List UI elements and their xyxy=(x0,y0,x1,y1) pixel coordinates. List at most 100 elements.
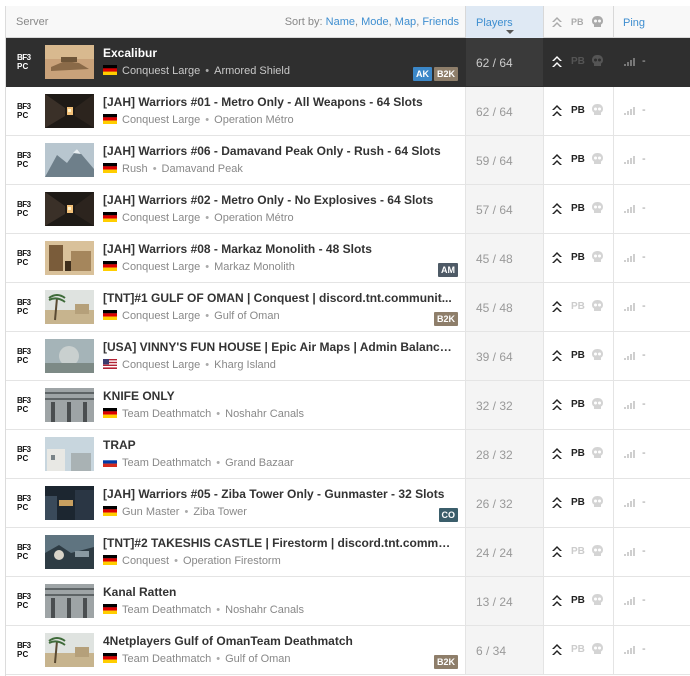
player-count: 39 / 64 xyxy=(476,350,513,364)
ping-bars-icon xyxy=(624,401,635,409)
server-row[interactable]: BF3 PC [TNT]#1 GULF OF OMAN | Conquest | d… xyxy=(6,283,690,332)
ping-cell: - xyxy=(613,185,690,233)
punkbuster-icon: PB xyxy=(571,301,585,312)
map-name: Noshahr Canals xyxy=(225,408,304,420)
player-count-cell: 13 / 24 xyxy=(465,577,543,625)
player-count-cell: 59 / 64 xyxy=(465,136,543,184)
server-row[interactable]: BF3 PC [TNT]#2 TAKESHIS CASTLE | Firestorm… xyxy=(6,528,690,577)
ping-value: - xyxy=(642,104,646,116)
ping-value: - xyxy=(642,153,646,165)
server-row[interactable]: BF3 PC [JAH] Warriors #08 - Markaz Monolit… xyxy=(6,234,690,283)
ping-bars-icon xyxy=(624,205,635,213)
platform-icon: BF3 PC xyxy=(17,200,31,218)
sort-by-name[interactable]: Name xyxy=(326,16,355,28)
server-badges: CO xyxy=(437,505,458,523)
rank-icon xyxy=(552,301,562,312)
ping-value: - xyxy=(642,251,646,263)
country-flag-icon xyxy=(103,310,117,320)
server-row[interactable]: BF3 PC [USA] VINNY'S FUN HOUSE | Epic Air … xyxy=(6,332,690,381)
server-row-selected[interactable]: BF3 PC Excalibur Conquest Large • Armored Shi… xyxy=(6,38,690,87)
map-thumbnail xyxy=(45,94,94,128)
punkbuster-icon: PB xyxy=(571,644,585,655)
player-count: 6 / 34 xyxy=(476,644,507,658)
game-mode: Conquest Large xyxy=(122,261,201,273)
player-count: 13 / 24 xyxy=(476,595,513,609)
punkbuster-icon: PB xyxy=(571,399,585,410)
server-badge: B2K xyxy=(433,655,458,669)
server-browser: Server Sort by: Name, Mode, Map, Friends… xyxy=(5,6,690,676)
server-column-header[interactable]: Server xyxy=(16,16,48,28)
server-flags-cell: PB xyxy=(543,136,613,184)
map-thumbnail xyxy=(45,192,94,226)
punkbuster-header[interactable]: PB xyxy=(571,17,584,27)
player-count: 45 / 48 xyxy=(476,252,513,266)
sort-by-map[interactable]: Map xyxy=(395,16,416,28)
server-details: Conquest Large • Markaz Monolith xyxy=(103,261,295,273)
rank-icon xyxy=(552,595,562,606)
platform-icon: BF3 PC xyxy=(17,347,31,365)
map-thumbnail xyxy=(45,633,94,667)
ping-cell: - xyxy=(613,38,690,86)
ping-column-header[interactable]: Ping xyxy=(613,6,690,38)
server-row[interactable]: BF3 PC [JAH] Warriors #02 - Metro Only - N… xyxy=(6,185,690,234)
skull-icon xyxy=(592,496,603,507)
server-flags-cell: PB xyxy=(543,332,613,380)
map-thumbnail xyxy=(45,45,94,79)
server-flags-cell: PB xyxy=(543,185,613,233)
skull-icon xyxy=(592,398,603,409)
game-mode: Conquest xyxy=(122,555,170,567)
server-flags-cell: PB xyxy=(543,381,613,429)
punkbuster-icon: PB xyxy=(571,56,585,67)
platform-icon: BF3 PC xyxy=(17,494,31,512)
map-name: Gulf of Oman xyxy=(214,310,280,322)
country-flag-icon xyxy=(103,506,117,516)
server-badges: B2K xyxy=(432,309,458,327)
skull-header-icon[interactable] xyxy=(591,15,604,29)
server-name: 4Netplayers Gulf of OmanTeam Deathmatch xyxy=(103,634,353,648)
separator-dot: • xyxy=(216,408,221,420)
country-flag-icon xyxy=(103,555,117,565)
server-details: Team Deathmatch • Grand Bazaar xyxy=(103,457,294,469)
separator-dot: • xyxy=(216,604,221,616)
server-row[interactable]: BF3 PC [JAH] Warriors #06 - Damavand Peak … xyxy=(6,136,690,185)
server-row[interactable]: BF3 PC [JAH] Warriors #01 - Metro Only - A… xyxy=(6,87,690,136)
rank-header-icon[interactable] xyxy=(551,16,563,28)
server-name: [JAH] Warriors #08 - Markaz Monolith - 4… xyxy=(103,242,372,256)
player-count-cell: 6 / 34 xyxy=(465,626,543,674)
ping-bars-icon xyxy=(624,107,635,115)
server-name: [JAH] Warriors #06 - Damavand Peak Only … xyxy=(103,144,441,158)
sort-by-mode[interactable]: Mode xyxy=(361,16,389,28)
server-badge: AK xyxy=(412,67,432,81)
server-name: [TNT]#1 GULF OF OMAN | Conquest | discor… xyxy=(103,291,452,305)
server-name: [TNT]#2 TAKESHIS CASTLE | Firestorm | di… xyxy=(103,536,453,550)
skull-icon xyxy=(592,447,603,458)
player-count-cell: 24 / 24 xyxy=(465,528,543,576)
ping-value: - xyxy=(642,545,646,557)
ping-cell: - xyxy=(613,528,690,576)
server-row[interactable]: BF3 PC KNIFE ONLY Team Deathmatch • Noshahr C… xyxy=(6,381,690,430)
separator-dot: • xyxy=(205,261,210,273)
server-badge: CO xyxy=(438,508,458,522)
country-flag-icon xyxy=(103,359,117,369)
player-count: 62 / 64 xyxy=(476,56,513,70)
server-row[interactable]: BF3 PC TRAP Team Deathmatch • Grand Bazaar 28 … xyxy=(6,430,690,479)
players-column-header[interactable]: Players xyxy=(465,6,543,38)
ping-value: - xyxy=(642,300,646,312)
player-count-cell: 28 / 32 xyxy=(465,430,543,478)
map-name: Kharg Island xyxy=(214,359,276,371)
platform-icon: BF3 PC xyxy=(17,298,31,316)
map-thumbnail xyxy=(45,437,94,471)
server-row[interactable]: BF3 PC [JAH] Warriors #05 - Ziba Tower Onl… xyxy=(6,479,690,528)
icons-column-header: PB xyxy=(543,6,613,38)
punkbuster-icon: PB xyxy=(571,203,585,214)
player-count: 57 / 64 xyxy=(476,203,513,217)
game-mode: Gun Master xyxy=(122,506,180,518)
player-count: 28 / 32 xyxy=(476,448,513,462)
server-name: [JAH] Warriors #02 - Metro Only - No Exp… xyxy=(103,193,434,207)
server-row[interactable]: BF3 PC Kanal Ratten Team Deathmatch • Noshahr… xyxy=(6,577,690,626)
map-name: Grand Bazaar xyxy=(225,457,294,469)
sort-by-friends[interactable]: Friends xyxy=(422,16,459,28)
server-row[interactable]: BF3 PC 4Netplayers Gulf of OmanTeam Deathm… xyxy=(6,626,690,675)
ping-bars-icon xyxy=(624,254,635,262)
map-thumbnail xyxy=(45,535,94,569)
